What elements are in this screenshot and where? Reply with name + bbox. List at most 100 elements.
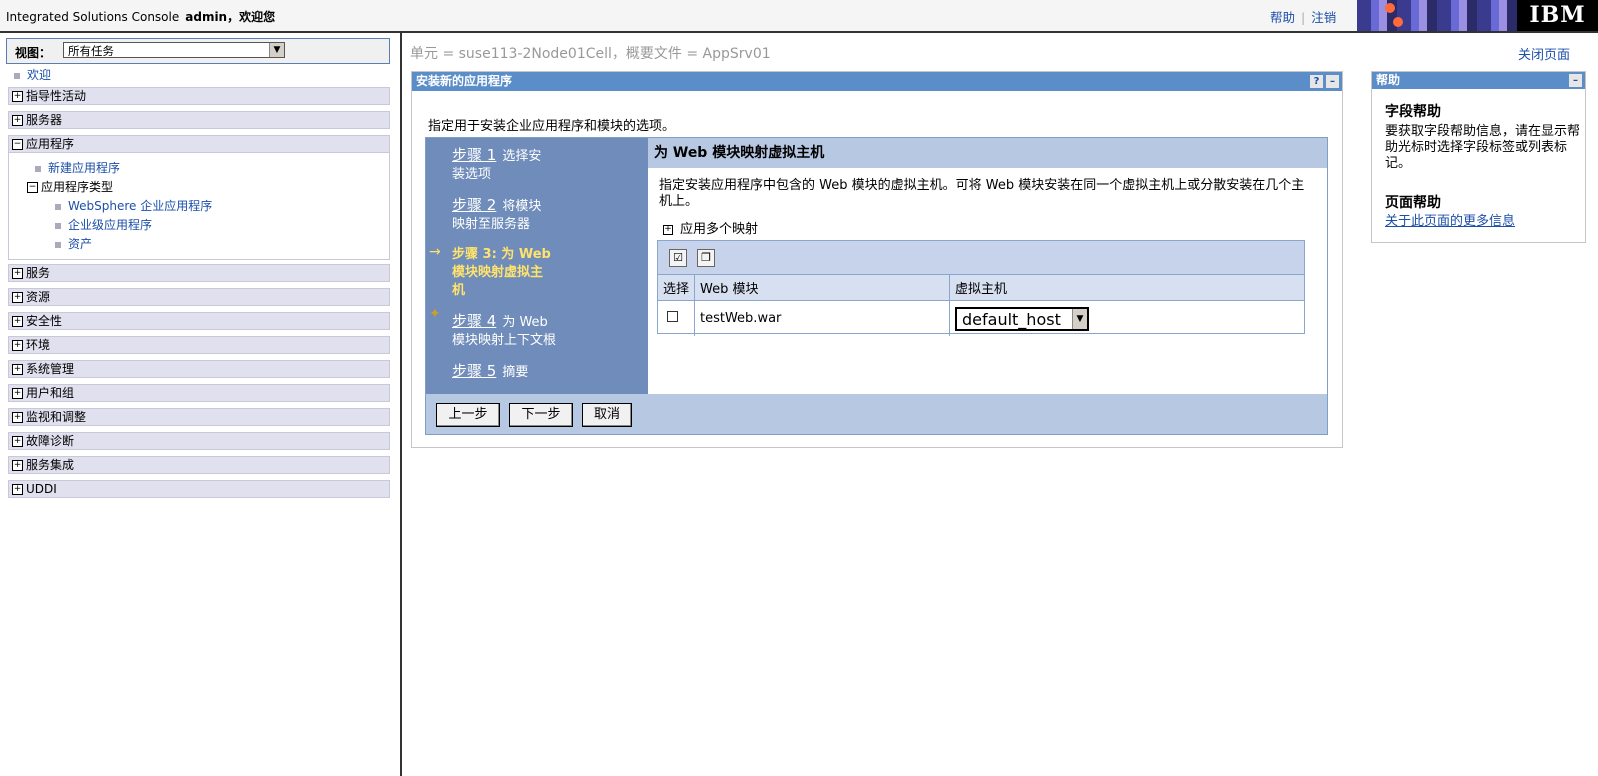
table-row: testWeb.war default_host ▼ [658, 300, 1305, 337]
banner-art-image [1357, 0, 1517, 31]
minimize-icon[interactable]: – [1569, 74, 1582, 87]
chevron-down-icon[interactable]: ▼ [269, 43, 284, 57]
virtual-host-select[interactable]: default_host ▼ [955, 306, 1089, 331]
table-header-row: 选择 Web 模块 虚拟主机 [658, 275, 1304, 301]
nav-app-types[interactable]: − 应用程序类型 [27, 178, 113, 195]
help-header: 帮助 – [1372, 72, 1585, 89]
step-4-link[interactable]: 步骤 4为 Web 模块映射上下文根 [452, 312, 556, 350]
content-description: 指定安装应用程序中包含的 Web 模块的虚拟主机。可将 Web 模块安装在同一个… [659, 178, 1305, 209]
nav-assets[interactable]: 资产 [55, 235, 92, 252]
expand-icon: + [12, 268, 23, 279]
nav-category-applications[interactable]: − 应用程序 [8, 135, 390, 153]
applications-subtree: 新建应用程序 − 应用程序类型 WebSphere 企业应用程序 企业级应用程序 … [8, 152, 390, 260]
nav-category-security[interactable]: + 安全性 [8, 312, 390, 330]
nav-category-resources[interactable]: + 资源 [8, 288, 390, 306]
step-5-link[interactable]: 步骤 5 摘要 [452, 362, 528, 382]
field-help-text: 要获取字段帮助信息，请在显示帮助光标时选择字段标签或列表标记。 [1385, 124, 1581, 171]
help-panel: 帮助 – 字段帮助 要获取字段帮助信息，请在显示帮助光标时选择字段标签或列表标记… [1371, 71, 1586, 243]
panel-title: 安装新的应用程序 [416, 74, 513, 88]
nav-category-troubleshooting[interactable]: + 故障诊断 [8, 432, 390, 450]
close-page-link[interactable]: 关闭页面 [1518, 44, 1570, 63]
expand-icon: + [12, 115, 23, 126]
expand-icon: + [12, 484, 23, 495]
deselect-all-icon[interactable]: ❐ [697, 249, 715, 267]
prev-button[interactable]: 上一步 [436, 403, 500, 427]
top-banner: Integrated Solutions Console admin，欢迎您 帮助… [0, 0, 1598, 33]
step-1-link[interactable]: 步骤 1 选择安 装选项 [452, 146, 541, 184]
expand-icon: + [12, 436, 23, 447]
nav-category-environment[interactable]: + 环境 [8, 336, 390, 354]
nav-enterprise-apps[interactable]: 企业级应用程序 [55, 216, 152, 233]
row-checkbox[interactable] [667, 311, 678, 322]
mapping-table: ☑ ❐ 选择 Web 模块 虚拟主机 testWeb.war default_h… [657, 240, 1305, 336]
panel-header: 安装新的应用程序 ? – [412, 72, 1342, 91]
bullet-icon [35, 165, 41, 172]
nav-category-service-integration[interactable]: + 服务集成 [8, 456, 390, 474]
bullet-icon [55, 241, 61, 248]
row-select-cell [658, 300, 695, 336]
help-title: 帮助 [1376, 73, 1401, 87]
star-icon: ✦ [429, 306, 441, 322]
bullet-icon [55, 222, 61, 229]
page-help-title: 页面帮助 [1385, 195, 1441, 211]
nav-category-monitoring[interactable]: + 监视和调整 [8, 408, 390, 426]
nav-category-system-admin[interactable]: + 系统管理 [8, 360, 390, 378]
view-selector-box: 视图： 所有任务 ▼ [6, 38, 390, 64]
wizard-content: 为 Web 模块映射虚拟主机 指定安装应用程序中包含的 Web 模块的虚拟主机。… [648, 138, 1327, 394]
nav-category-users-groups[interactable]: + 用户和组 [8, 384, 390, 402]
select-all-icon[interactable]: ☑ [669, 249, 687, 267]
virtual-host-cell: default_host ▼ [950, 301, 1305, 337]
expand-icon: + [12, 292, 23, 303]
web-module-cell: testWeb.war [694, 300, 950, 336]
col-select: 选择 [658, 275, 695, 301]
page-help-link[interactable]: 关于此页面的更多信息 [1385, 214, 1515, 229]
expand-icon: + [12, 340, 23, 351]
banner-links: 帮助 | 注销 [1270, 7, 1336, 26]
nav-welcome-link[interactable]: 欢迎 [14, 66, 51, 83]
nav-websphere-apps[interactable]: WebSphere 企业应用程序 [55, 197, 212, 214]
link-separator: | [1301, 10, 1306, 25]
next-button[interactable]: 下一步 [509, 403, 573, 427]
logout-link[interactable]: 注销 [1311, 10, 1336, 25]
ibm-logo: IBM [1517, 0, 1598, 31]
expand-icon: + [12, 412, 23, 423]
chevron-down-icon[interactable]: ▼ [1072, 308, 1087, 329]
nav-category-guided[interactable]: + 指导性活动 [8, 87, 390, 105]
content-title: 为 Web 模块映射虚拟主机 [648, 138, 1327, 168]
step-2-link[interactable]: 步骤 2 将模块 映射至服务器 [452, 196, 541, 234]
wizard-button-bar: 上一步 下一步 取消 [426, 394, 1327, 434]
mapping-grid: 选择 Web 模块 虚拟主机 testWeb.war default_host … [658, 275, 1304, 336]
col-virtual-host: 虚拟主机 [949, 275, 1304, 301]
arrow-right-icon: → [429, 244, 441, 260]
field-help-title: 字段帮助 [1385, 104, 1441, 120]
nav-new-application[interactable]: 新建应用程序 [35, 159, 120, 176]
navigation-tree: 视图： 所有任务 ▼ 欢迎 + 指导性活动 + 服务器 − 应用程序 新建应用程序 −… [0, 33, 402, 776]
view-label: 视图： [15, 46, 52, 60]
expand-icon: + [663, 223, 673, 235]
table-toolbar: ☑ ❐ [658, 241, 1304, 275]
nav-category-servers[interactable]: + 服务器 [8, 111, 390, 129]
nav-category-services[interactable]: + 服务 [8, 264, 390, 282]
wizard-steps: 步骤 1 选择安 装选项 步骤 2 将模块 映射至服务器 → 步骤 3: 为 Web 模块… [426, 138, 648, 394]
app-title: Integrated Solutions Console admin，欢迎您 [6, 10, 276, 24]
apply-multiple-mappings-toggle[interactable]: + 应用多个映射 [663, 218, 758, 237]
help-icon[interactable]: ? [1310, 75, 1323, 88]
wizard-frame: 步骤 1 选择安 装选项 步骤 2 将模块 映射至服务器 → 步骤 3: 为 Web 模块… [425, 137, 1328, 435]
help-link[interactable]: 帮助 [1270, 10, 1295, 25]
step-3-current: 步骤 3: 为 Web 模块映射虚拟主机 [452, 247, 551, 298]
bullet-icon [14, 72, 20, 79]
expand-icon: + [12, 388, 23, 399]
nav-category-uddi[interactable]: + UDDI [8, 480, 390, 498]
intro-text: 指定用于安装企业应用程序和模块的选项。 [428, 119, 676, 134]
welcome-user: admin，欢迎您 [185, 10, 276, 24]
cancel-button[interactable]: 取消 [582, 403, 632, 427]
view-select[interactable]: 所有任务 ▼ [63, 42, 285, 58]
expand-icon: + [12, 460, 23, 471]
breadcrumb: 单元 = suse113-2Node01Cell，概要文件 = AppSrv01 [410, 46, 771, 62]
expand-icon: + [12, 91, 23, 102]
minimize-icon[interactable]: – [1326, 75, 1339, 88]
collapse-icon: − [12, 139, 23, 150]
expand-icon: + [12, 316, 23, 327]
install-app-panel: 安装新的应用程序 ? – 指定用于安装企业应用程序和模块的选项。 步骤 1 选择安… [411, 71, 1343, 448]
col-web-module: Web 模块 [694, 275, 950, 301]
